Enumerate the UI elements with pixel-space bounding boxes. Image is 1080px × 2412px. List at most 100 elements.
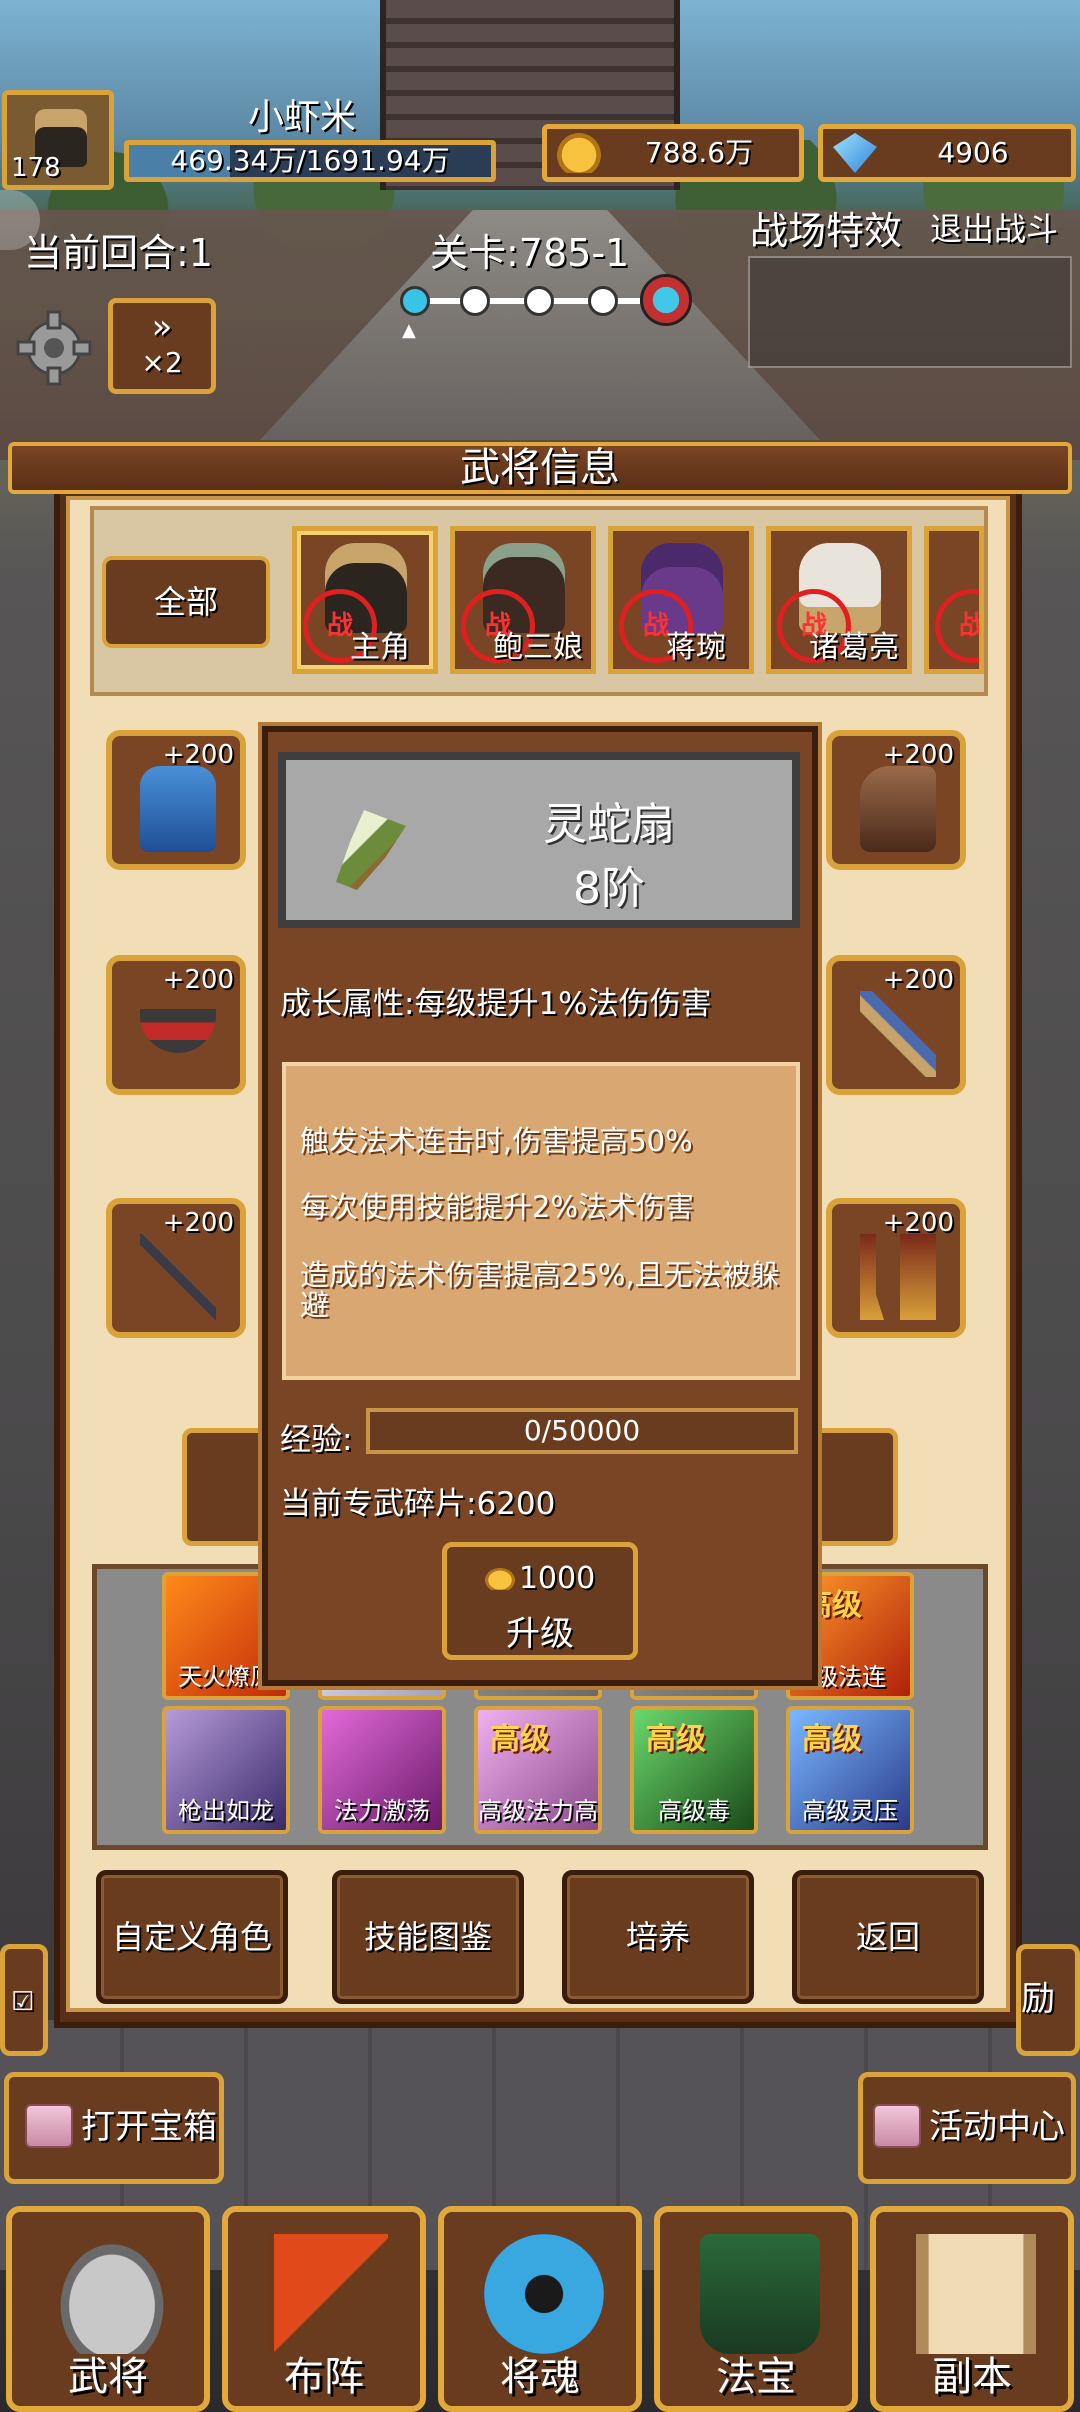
skill-card[interactable]: 高级高级法力高深: [474, 1706, 602, 1834]
activity-center-button[interactable]: 活动中心: [858, 2072, 1076, 2184]
player-hp-text: 469.34万/1691.94万: [170, 144, 450, 177]
equip-slot-belt[interactable]: +200: [106, 955, 246, 1095]
weapon-header: 灵蛇扇 8阶: [278, 752, 800, 928]
nav-label: 将魂: [500, 2354, 580, 2400]
upgrade-cost-value: 1000: [518, 1561, 596, 1596]
player-name: 小虾米: [248, 97, 357, 138]
enhance-level: +200: [162, 1208, 234, 1238]
hero-card-zhuge-liang[interactable]: 战 诸葛亮: [766, 526, 912, 674]
weapon-rank: 8阶: [573, 863, 645, 914]
upgrade-cost: 1000: [447, 1561, 633, 1596]
open-chest-button[interactable]: 打开宝箱: [4, 2072, 224, 2184]
equip-slot-boots[interactable]: +200: [826, 1198, 966, 1338]
exit-battle-button[interactable]: 退出战斗: [930, 204, 1058, 250]
nav-dungeon[interactable]: 副本: [870, 2206, 1074, 2412]
speed-multiplier: ×2: [141, 346, 183, 379]
nav-label: 布阵: [284, 2354, 364, 2400]
battlefield-effect-panel: [748, 256, 1072, 368]
side-checkbox-button[interactable]: ☑: [0, 1944, 48, 2056]
weapon-name: 灵蛇扇: [543, 799, 675, 850]
boss-skull-icon: [640, 274, 692, 326]
battlefield-effect-label: 战场特效: [750, 209, 903, 253]
current-round: 当前回合:1: [24, 231, 213, 275]
equip-slot-bow[interactable]: +200: [826, 955, 966, 1095]
gold-value: 788.6万: [644, 136, 754, 169]
skill-catalog-button[interactable]: 技能图鉴: [332, 1870, 524, 2004]
wave-pointer-icon: ▲: [402, 320, 416, 341]
stage-label: 关卡:785-1: [430, 231, 630, 275]
weapon-effect: 每次使用技能提升2%法术伤害: [300, 1190, 695, 1224]
wave-dot-current: [400, 286, 430, 316]
growth-attribute: 成长属性:每级提升1%法伤伤害: [280, 986, 712, 1022]
checkbox-icon: ☑: [11, 1987, 35, 2017]
hero-name: 蒋琬: [666, 630, 726, 665]
battle-badge: 战: [935, 589, 979, 663]
skill-card[interactable]: 高级高级毒: [630, 1706, 758, 1834]
skill-card[interactable]: 法力激荡: [318, 1706, 446, 1834]
enhance-level: +200: [162, 965, 234, 995]
custom-character-button[interactable]: 自定义角色: [96, 1870, 288, 2004]
boots-icon: [900, 1234, 936, 1320]
upgrade-button[interactable]: 1000 升级: [442, 1542, 638, 1660]
hero-name: 主角: [350, 630, 410, 665]
flag-icon: [268, 2234, 388, 2354]
equip-slot-spear[interactable]: +200: [106, 1198, 246, 1338]
soul-icon: [484, 2234, 604, 2354]
nav-label: 武将: [68, 2354, 148, 2400]
gold-counter[interactable]: 788.6万: [542, 124, 804, 182]
back-button[interactable]: 返回: [792, 1870, 984, 2004]
panel-title: 武将信息: [460, 445, 620, 491]
filter-all-button[interactable]: 全部: [102, 556, 270, 648]
speed-toggle-button[interactable]: » ×2: [108, 298, 216, 394]
scroll-icon: [916, 2234, 1036, 2354]
open-chest-label: 打开宝箱: [81, 2107, 217, 2147]
player-hp-bar: 469.34万/1691.94万: [124, 140, 496, 182]
activity-center-label: 活动中心: [929, 2107, 1065, 2147]
player-avatar[interactable]: 178: [2, 90, 114, 190]
skill-tier-tag: 高级: [802, 1722, 862, 1757]
nav-generals[interactable]: 武将: [6, 2206, 210, 2412]
skill-name: 高级灵压: [802, 1797, 898, 1825]
nav-label: 法宝: [716, 2354, 796, 2400]
enhance-level: +200: [882, 965, 954, 995]
train-button[interactable]: 培养: [562, 1870, 754, 2004]
gem-counter[interactable]: 4906: [818, 124, 1076, 182]
weapon-effects-box: 触发法术连击时,伤害提高50% 每次使用技能提升2%法术伤害 造成的法术伤害提高…: [282, 1062, 800, 1380]
reward-label-partial: 励: [1021, 1979, 1055, 2019]
equip-slot-mount[interactable]: +200: [826, 730, 966, 870]
nav-soul[interactable]: 将魂: [438, 2206, 642, 2412]
wave-dot: [524, 286, 554, 316]
hero-card-bao-sanniang[interactable]: 战 鲍三娘: [450, 526, 596, 674]
nav-formation[interactable]: 布阵: [222, 2206, 426, 2412]
reward-button-partial[interactable]: 励: [1016, 1944, 1080, 2056]
mount-icon: [860, 766, 936, 852]
spear-icon: [140, 1234, 216, 1320]
hero-card-protagonist[interactable]: 战 主角: [292, 526, 438, 674]
armor-icon: [140, 766, 216, 852]
exp-bar: 0/50000: [366, 1408, 798, 1454]
gear-icon: [16, 310, 92, 386]
belt-icon: [140, 1009, 216, 1053]
skill-card[interactable]: 高级 高级灵压: [786, 1706, 914, 1834]
panel-title-bar: 武将信息: [8, 442, 1072, 494]
nav-label: 副本: [932, 2354, 1012, 2400]
equip-slot-armor[interactable]: +200: [106, 730, 246, 870]
enhance-level: +200: [882, 740, 954, 770]
hero-card-partial[interactable]: 战: [924, 526, 984, 674]
player-level: 178: [11, 153, 61, 183]
gift-icon: [873, 2104, 921, 2148]
gold-coin-icon: [557, 133, 601, 173]
settings-gear-button[interactable]: [14, 308, 94, 388]
gold-coin-icon: [484, 1568, 515, 1590]
skill-name: 高级法力高深: [478, 1797, 598, 1825]
fan-weapon-icon: [336, 810, 406, 890]
skill-name: 高级毒: [658, 1797, 730, 1825]
chest-icon: [25, 2104, 73, 2148]
skill-card[interactable]: 枪出如龙: [162, 1706, 290, 1834]
skill-tier-tag: 高级: [646, 1722, 706, 1757]
upgrade-label: 升级: [506, 1614, 574, 1654]
skill-tier-tag: 高级: [490, 1722, 550, 1757]
nav-treasure[interactable]: 法宝: [654, 2206, 858, 2412]
enhance-level: +200: [162, 740, 234, 770]
hero-card-jiang-wan[interactable]: 战 蒋琬: [608, 526, 754, 674]
